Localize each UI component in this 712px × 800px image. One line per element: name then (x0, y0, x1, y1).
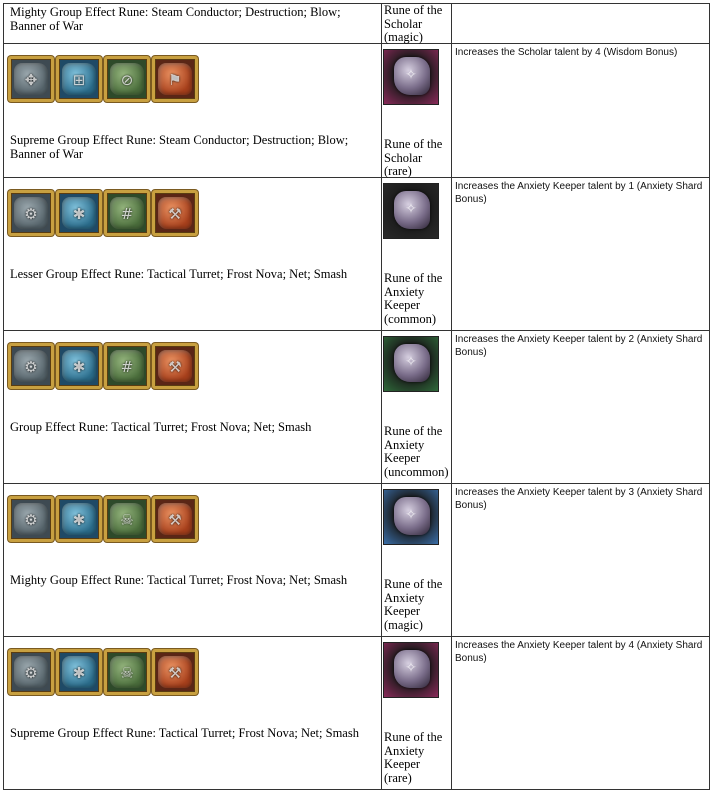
description-cell: Increases the Anxiety Keeper talent by 2… (451, 330, 710, 484)
tactical-turret-rune-icon: ⚙ (8, 343, 54, 389)
frost-nova-rune-icon: ✱ (56, 649, 102, 695)
anxiety-keeper-rune-icon: ✧ (383, 489, 439, 545)
rune-description (452, 4, 709, 7)
net-rune-icon: # (104, 190, 150, 236)
rune-description: Increases the Anxiety Keeper talent by 1… (455, 181, 703, 205)
effect-rune-icons: ⚙ ✱ ☠ ⚒ (8, 496, 198, 542)
rune-cell: ✧ Rune of the Anxiety Keeper (magic) (381, 483, 452, 637)
anxiety-keeper-rune-icon: ✧ (383, 642, 439, 698)
effect-cell: ✥ ⊞ ⊘ ⚑ Supreme Group Effect Rune: Steam Con… (3, 43, 382, 178)
effect-cell: ⚙ ✱ # ⚒ Lesser Group Effect Rune: Tactical T… (3, 177, 382, 331)
frost-nova-rune-icon: ✱ (56, 496, 102, 542)
description-cell: Increases the Anxiety Keeper talent by 4… (451, 636, 710, 790)
rune-name: Rune of the Anxiety Keeper (uncommon) (384, 424, 449, 479)
rune-cell: Rune of the Scholar (magic) (381, 3, 452, 44)
blow-rune-icon: ⊘ (104, 56, 150, 102)
table-row: ⚙ ✱ # ⚒ Lesser Group Effect Rune: Tactical T… (3, 177, 710, 331)
effect-rune-name: Lesser Group Effect Rune: Tactical Turre… (10, 267, 348, 281)
smash-rune-icon: ⚒ (152, 496, 198, 542)
net-rune-icon: # (104, 343, 150, 389)
table-row: Mighty Group Effect Rune: Steam Conducto… (3, 3, 710, 44)
banner-of-war-rune-icon: ⚑ (152, 56, 198, 102)
effect-cell: Mighty Group Effect Rune: Steam Conducto… (3, 3, 382, 44)
table-row: ⚙ ✱ ☠ ⚒ Mighty Goup Effect Rune: Tactical Tu… (3, 483, 710, 637)
destruction-rune-icon: ⊞ (56, 56, 102, 102)
rune-cell: ✧ Rune of the Anxiety Keeper (rare) (381, 636, 452, 790)
table-row: ✥ ⊞ ⊘ ⚑ Supreme Group Effect Rune: Steam Con… (3, 43, 710, 178)
rune-cell: ✧ Rune of the Anxiety Keeper (uncommon) (381, 330, 452, 484)
description-cell: Increases the Scholar talent by 4 (Wisdo… (451, 43, 710, 178)
net-rune-icon: ☠ (104, 496, 150, 542)
steam-conductor-rune-icon: ✥ (8, 56, 54, 102)
description-cell: Increases the Anxiety Keeper talent by 3… (451, 483, 710, 637)
effect-cell: ⚙ ✱ ☠ ⚒ Mighty Goup Effect Rune: Tactical Tu… (3, 483, 382, 637)
description-cell: Increases the Anxiety Keeper talent by 1… (451, 177, 710, 331)
effect-rune-name: Mighty Group Effect Rune: Steam Conducto… (10, 5, 341, 33)
rune-name: Rune of the Scholar (rare) (384, 137, 443, 178)
effect-rune-icons: ⚙ ✱ ☠ ⚒ (8, 649, 198, 695)
effect-rune-name: Mighty Goup Effect Rune: Tactical Turret… (10, 573, 348, 587)
rune-cell: ✧ Rune of the Anxiety Keeper (common) (381, 177, 452, 331)
rune-table: Mighty Group Effect Rune: Steam Conducto… (3, 3, 710, 790)
scholar-rune-icon: ✧ (383, 49, 439, 105)
effect-rune-icons: ⚙ ✱ # ⚒ (8, 190, 198, 236)
rune-description: Increases the Anxiety Keeper talent by 3… (455, 487, 703, 511)
effect-cell: ⚙ ✱ # ⚒ Group Effect Rune: Tactical Turret; … (3, 330, 382, 484)
rune-cell: ✧ Rune of the Scholar (rare) (381, 43, 452, 178)
smash-rune-icon: ⚒ (152, 343, 198, 389)
tactical-turret-rune-icon: ⚙ (8, 190, 54, 236)
rune-name: Rune of the Scholar (magic) (384, 3, 443, 44)
effect-rune-icons: ✥ ⊞ ⊘ ⚑ (8, 56, 198, 102)
anxiety-keeper-rune-icon: ✧ (383, 336, 439, 392)
anxiety-keeper-rune-icon: ✧ (383, 183, 439, 239)
rune-description: Increases the Anxiety Keeper talent by 2… (455, 334, 703, 358)
frost-nova-rune-icon: ✱ (56, 343, 102, 389)
effect-rune-name: Supreme Group Effect Rune: Steam Conduct… (10, 133, 349, 161)
rune-description: Increases the Scholar talent by 4 (Wisdo… (455, 47, 678, 58)
frost-nova-rune-icon: ✱ (56, 190, 102, 236)
smash-rune-icon: ⚒ (152, 649, 198, 695)
effect-cell: ⚙ ✱ ☠ ⚒ Supreme Group Effect Rune: Tactical … (3, 636, 382, 790)
rune-name: Rune of the Anxiety Keeper (magic) (384, 577, 443, 632)
effect-rune-name: Group Effect Rune: Tactical Turret; Fros… (10, 420, 312, 434)
effect-rune-icons: ⚙ ✱ # ⚒ (8, 343, 198, 389)
tactical-turret-rune-icon: ⚙ (8, 649, 54, 695)
rune-name: Rune of the Anxiety Keeper (common) (384, 271, 443, 326)
effect-rune-name: Supreme Group Effect Rune: Tactical Turr… (10, 726, 359, 740)
rune-name: Rune of the Anxiety Keeper (rare) (384, 730, 443, 785)
rune-description: Increases the Anxiety Keeper talent by 4… (455, 640, 703, 664)
net-rune-icon: ☠ (104, 649, 150, 695)
table-row: ⚙ ✱ ☠ ⚒ Supreme Group Effect Rune: Tactical … (3, 636, 710, 790)
smash-rune-icon: ⚒ (152, 190, 198, 236)
tactical-turret-rune-icon: ⚙ (8, 496, 54, 542)
table-row: ⚙ ✱ # ⚒ Group Effect Rune: Tactical Turret; … (3, 330, 710, 484)
description-cell (451, 3, 710, 44)
